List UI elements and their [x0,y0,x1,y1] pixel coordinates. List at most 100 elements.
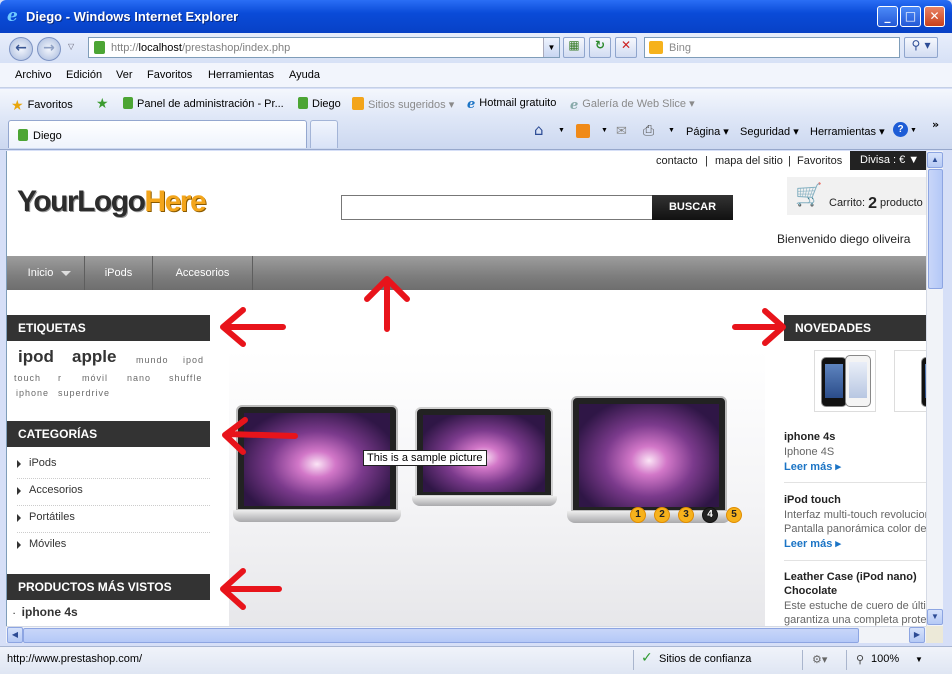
link-contacto[interactable]: contacto [656,155,698,167]
vertical-scrollbar[interactable]: ▲ ▼ [926,151,943,626]
tag-link[interactable]: r [58,373,62,383]
search-field[interactable]: Bing [644,37,900,58]
new-product-name[interactable]: Leather Case (iPod nano) [784,571,917,583]
viewed-product-link[interactable]: · iphone 4s [13,605,78,619]
help-dropdown-icon[interactable]: ▼ [910,127,917,134]
menu-ver[interactable]: Ver [116,69,133,81]
bullet-icon [17,460,21,468]
history-dropdown-icon[interactable]: ▽ [68,42,74,51]
add-favorite-icon[interactable]: ★ [96,95,109,112]
minimize-button[interactable]: _ [877,6,898,27]
slider-page-5[interactable]: 5 [726,507,742,523]
horizontal-scroll-thumb[interactable] [23,628,859,643]
category-moviles[interactable]: Móviles [17,533,210,560]
read-more-link[interactable]: Leer más ▸ [784,537,841,550]
menu-archivo[interactable]: Archivo [15,69,52,81]
tools-menu[interactable]: Herramientas ▾ [810,125,885,138]
vertical-scroll-thumb[interactable] [928,169,943,289]
slider-page-1[interactable]: 1 [630,507,646,523]
link-favoritos[interactable]: Favoritos [797,155,842,167]
categories-title: CATEGORÍAS [7,421,210,447]
site-logo[interactable]: YourLogoHere [17,185,207,219]
tag-link[interactable]: móvil [82,373,108,383]
fav-link-suggested[interactable]: Sitios sugeridos ▾ [352,97,454,111]
favicon-icon [298,97,308,109]
tag-link[interactable]: apple [72,347,116,367]
product-thumb-iphone[interactable] [814,350,876,412]
print-dropdown-icon[interactable]: ▼ [668,127,675,134]
tag-link[interactable]: touch [14,373,41,383]
slider-page-3[interactable]: 3 [678,507,694,523]
tag-link[interactable]: nano [127,373,151,383]
security-zone[interactable]: Sitios de confianza [659,653,751,665]
horizontal-scrollbar[interactable]: ◀ ▶ [6,626,926,643]
menu-edicion[interactable]: Edición [66,69,102,81]
slider-page-2[interactable]: 2 [654,507,670,523]
category-ipods[interactable]: iPods [17,452,210,479]
cart-block[interactable]: 🛒 Carrito: 2 producto [787,177,926,215]
fav-link-hotmail[interactable]: e Hotmail gratuito [467,97,556,112]
tab-diego[interactable]: Diego [8,120,307,148]
safety-menu[interactable]: Seguridad ▾ [740,125,799,138]
category-accesorios[interactable]: Accesorios [17,479,210,506]
refresh-icon[interactable]: ↻ [589,37,611,58]
page-menu[interactable]: Página ▾ [686,125,729,138]
new-product-name[interactable]: iPod touch [784,494,841,506]
fav-link-webslice[interactable]: e Galería de Web Slice ▾ [570,97,695,113]
search-go-icon[interactable]: ⚲ ▾ [904,37,938,58]
category-portatiles[interactable]: Portátiles [17,506,210,533]
zoom-level[interactable]: 100% [871,653,899,665]
close-button[interactable]: ✕ [924,6,945,27]
slider-page-4[interactable]: 4 [702,507,718,523]
address-field[interactable]: http://localhost/prestashop/index.php ▼ [88,37,560,58]
fav-link-admin[interactable]: Panel de administración - Pr... [123,97,284,110]
scroll-up-icon[interactable]: ▲ [927,152,943,168]
scroll-down-icon[interactable]: ▼ [927,609,943,625]
tag-link[interactable]: mundo [136,355,169,365]
nav-inicio[interactable]: Inicio [7,256,85,290]
tag-link[interactable]: superdrive [58,388,110,398]
mail-icon[interactable]: ✉ [616,123,627,139]
search-button[interactable]: BUSCAR [652,195,733,220]
tag-link[interactable]: ipod [18,347,54,367]
protected-mode-icon[interactable]: ⚙▾ [812,653,827,666]
address-dropdown-icon[interactable]: ▼ [543,38,559,57]
ie-page-icon: e [467,97,476,112]
menu-favoritos[interactable]: Favoritos [147,69,192,81]
product-thumb-ipod[interactable] [894,350,926,412]
nav-ipods[interactable]: iPods [85,256,153,290]
help-icon[interactable]: ? [893,122,908,137]
link-sitemap[interactable]: mapa del sitio [715,155,783,167]
fav-link-diego[interactable]: Diego [298,97,341,110]
print-icon[interactable]: ⎙ [643,122,654,139]
new-product-desc: Este estuche de cuero de últim [784,600,926,612]
new-product-name-line2[interactable]: Chocolate [784,585,837,597]
forward-button[interactable]: → [37,37,61,61]
scroll-left-icon[interactable]: ◀ [7,627,23,643]
feeds-icon[interactable] [576,124,590,138]
tag-link[interactable]: shuffle [169,373,202,383]
maximize-button[interactable]: □ [900,6,921,27]
home-icon[interactable]: ⌂ [534,121,544,139]
url-text: http://localhost/prestashop/index.php [111,42,291,54]
zoom-dropdown-icon[interactable]: ▼ [915,655,923,664]
currency-selector[interactable]: Divisa : € ▼ [850,151,926,170]
new-product-name[interactable]: iphone 4s [784,431,835,443]
back-button[interactable]: ← [9,37,33,61]
more-tools-icon[interactable]: » [932,118,939,131]
compatibility-view-icon[interactable]: ▦ [563,37,585,58]
tag-link[interactable]: iphone [16,388,49,398]
new-tab-button[interactable] [310,120,338,148]
menu-ayuda[interactable]: Ayuda [289,69,320,81]
scroll-right-icon[interactable]: ▶ [909,627,925,643]
stop-icon[interactable]: ✕ [615,37,637,58]
menu-herramientas[interactable]: Herramientas [208,69,274,81]
read-more-link[interactable]: Leer más ▸ [784,460,841,473]
home-dropdown-icon[interactable]: ▼ [558,127,565,134]
home-slider[interactable]: This is a sample picture 1 2 3 4 5 [229,350,765,626]
tag-link[interactable]: ipod [183,355,204,365]
site-search-input[interactable] [341,195,653,220]
favorites-button[interactable]: ★ Favoritos [11,97,73,114]
feeds-dropdown-icon[interactable]: ▼ [601,127,608,134]
nav-accesorios[interactable]: Accesorios [153,256,253,290]
